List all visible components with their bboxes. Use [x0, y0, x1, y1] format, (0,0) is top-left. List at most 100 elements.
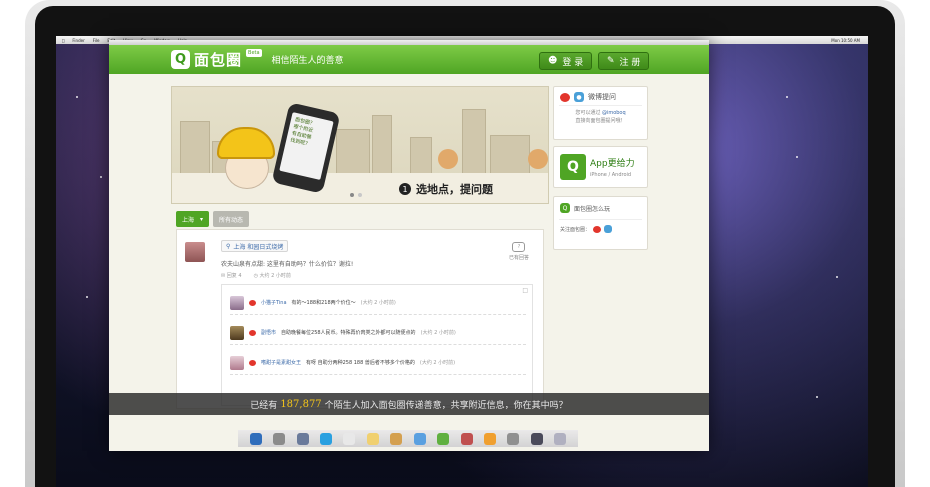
safari-dock-icon[interactable] [319, 433, 332, 445]
menu-file[interactable]: File [93, 38, 100, 43]
reply-author[interactable]: 嗜甜子是素甜女王 [261, 359, 301, 366]
preferences-dock-icon[interactable] [507, 433, 520, 445]
question-text: 农夫山泉有点甜: 这里有自助吗？什么价位？谢拉! [221, 261, 354, 268]
reply-text: 有的～188和218两个价位～ [291, 300, 356, 306]
building [372, 115, 392, 175]
weibo-icon [560, 92, 570, 102]
user-icon: ☻ [548, 56, 558, 66]
reply-time: (大约 2 小时前) [420, 330, 456, 336]
feed-panel: ⚲ 上海 和园日式烧烤 农夫山泉有点甜: 这里有自助吗？什么价位？谢拉! ✉ 回… [176, 229, 544, 409]
pencil-icon: ✎ [607, 56, 615, 66]
menubar-clock[interactable]: Mon 10:50 AM [831, 38, 860, 43]
replies-box: □ 小猫子Tina 有的～188和218两个价位～ (大约 2 小时前) 副悟市… [221, 284, 533, 406]
building [336, 129, 370, 175]
count-prefix: 已经有 [250, 400, 278, 411]
avatar[interactable] [230, 325, 244, 340]
q-small-icon: Q [560, 203, 570, 213]
building [490, 135, 530, 175]
star [86, 296, 88, 298]
building [410, 137, 432, 175]
promo-banner[interactable]: 面包圈？ 哪个附近 有自助餐 找到呢？ 1 选地点，提问题 [171, 86, 549, 204]
user-count: 187,877 [280, 398, 322, 410]
building [180, 121, 210, 175]
weibo-ask-card: ● 微博提问 您可以通过 @imoboq 直接向面包圈提问哦！ [553, 86, 648, 140]
ical-dock-icon[interactable] [343, 433, 356, 445]
weibo-icon [249, 359, 256, 366]
register-label: 注 册 [619, 57, 641, 68]
apple-menu-icon[interactable]:  [62, 38, 64, 43]
reply-item: 嗜甜子是素甜女王 有呀 自助分两种258 188 兽后者不够多个价格的 (大约 … [230, 351, 526, 375]
iphoto-dock-icon[interactable] [483, 433, 496, 445]
star [76, 96, 78, 98]
logo-q-icon: Q [171, 50, 190, 69]
register-button[interactable]: ✎ 注 册 [598, 52, 650, 70]
avatar[interactable] [230, 295, 244, 310]
building [462, 109, 486, 175]
reply-count[interactable]: ✉ 回复 4 [221, 272, 242, 279]
star [816, 396, 818, 398]
reply-text: 自助晚餐每位258人民币。特殊再价肉类之外都可以随便点的 [281, 330, 416, 336]
finder-dock-icon[interactable] [249, 433, 262, 445]
timemachine-dock-icon[interactable] [530, 433, 543, 445]
location-tag[interactable]: ⚲ 上海 和园日式烧烤 [221, 240, 289, 252]
login-label: 登 录 [562, 57, 584, 68]
login-button[interactable]: ☻ 登 录 [539, 52, 593, 70]
weibo-follow-icon[interactable] [593, 225, 602, 233]
reply-item: 小猫子Tina 有的～188和218两个价位～ (大约 2 小时前) [230, 291, 526, 315]
star [796, 156, 798, 158]
reply-author[interactable]: 副悟市 [261, 329, 276, 336]
tab-city-label: 上海 [182, 216, 195, 224]
star [100, 176, 102, 178]
follow-label: 关注面包圈： [560, 226, 591, 233]
weibo-handle-link[interactable]: @imoboq [602, 110, 626, 116]
star [836, 276, 838, 278]
answered-badge: ? 已有回答 [509, 242, 529, 261]
reply-author[interactable]: 小猫子Tina [261, 299, 287, 306]
answer-bubble-icon: ? [512, 242, 526, 252]
weibo-ask-title: 微博提问 [588, 93, 616, 101]
tencent-weibo-icon: ● [574, 92, 584, 102]
site-slogan: 相信陌生人的善意 [271, 56, 344, 66]
post-meta: ✉ 回复 4 ◷ 大约 2 小时前 [221, 272, 291, 279]
ichat-dock-icon[interactable] [437, 433, 450, 445]
weibo-desc-2: 直接向面包圈提问哦！ [575, 118, 626, 124]
tree [528, 149, 548, 169]
post-time: ◷ 大约 2 小时前 [253, 273, 291, 279]
site-header: Q 面包圈 Beta 相信陌生人的善意 ☻ 登 录 ✎ 注 册 [109, 45, 709, 74]
avatar[interactable] [185, 242, 205, 262]
user-count-bar: 已经有 187,877 个陌生人加入面包圈传递善意，共享附近信息，你在其中吗？ [109, 393, 709, 415]
feed-tabs: 上海 ▾ 所有动态 [176, 211, 250, 227]
tencent-follow-icon[interactable] [604, 225, 613, 233]
reply-time: (大约 2 小时前) [360, 300, 396, 306]
how-to-play-card: Q 面包圈怎么玩 关注面包圈： [553, 196, 648, 250]
address-book-dock-icon[interactable] [390, 433, 403, 445]
app-subtitle: iPhone / Android [590, 172, 632, 178]
dashboard-dock-icon[interactable] [273, 433, 286, 445]
location-text: 上海 和园日式烧烤 [233, 243, 284, 251]
app-download-card[interactable]: Q App更给力 iPhone / Android [553, 146, 648, 188]
expose-dock-icon[interactable] [296, 433, 309, 445]
weibo-desc: 您可以通过 [575, 110, 601, 116]
menu-finder[interactable]: Finder [72, 38, 84, 43]
weibo-icon [249, 329, 256, 336]
reply-text: 有呀 自助分两种258 188 兽后者不够多个价格的 [306, 360, 415, 366]
logo-text: 面包圈 [194, 51, 243, 69]
how-to-play-link[interactable]: Q 面包圈怎么玩 [554, 197, 647, 219]
stickies-dock-icon[interactable] [366, 433, 379, 445]
app-title: App更给力 [590, 159, 635, 169]
avatar[interactable] [230, 355, 244, 370]
step-number: 1 [399, 183, 411, 195]
trash-dock-icon[interactable] [554, 433, 567, 445]
site-logo[interactable]: Q 面包圈 Beta 相信陌生人的善意 [171, 49, 344, 70]
mail-dock-icon[interactable] [413, 433, 426, 445]
how-to-play-title: 面包圈怎么玩 [574, 205, 611, 213]
reply-item: 副悟市 自助晚餐每位258人民币。特殊再价肉类之外都可以随便点的 (大约 2 小… [230, 321, 526, 345]
itunes-dock-icon[interactable] [460, 433, 473, 445]
tab-city-shanghai[interactable]: 上海 ▾ [176, 211, 210, 227]
count-suffix: 个陌生人加入面包圈传递善意，共享附近信息，你在其中吗？ [324, 400, 568, 411]
carousel-dots[interactable] [350, 193, 362, 197]
chevron-down-icon: ▾ [200, 215, 204, 223]
tab-all-activity[interactable]: 所有动态 [213, 211, 250, 227]
app-q-icon: Q [560, 154, 586, 180]
browser-window: Q 面包圈 Beta 相信陌生人的善意 ☻ 登 录 ✎ 注 册 面包圈？ 哪个附… [109, 40, 709, 451]
